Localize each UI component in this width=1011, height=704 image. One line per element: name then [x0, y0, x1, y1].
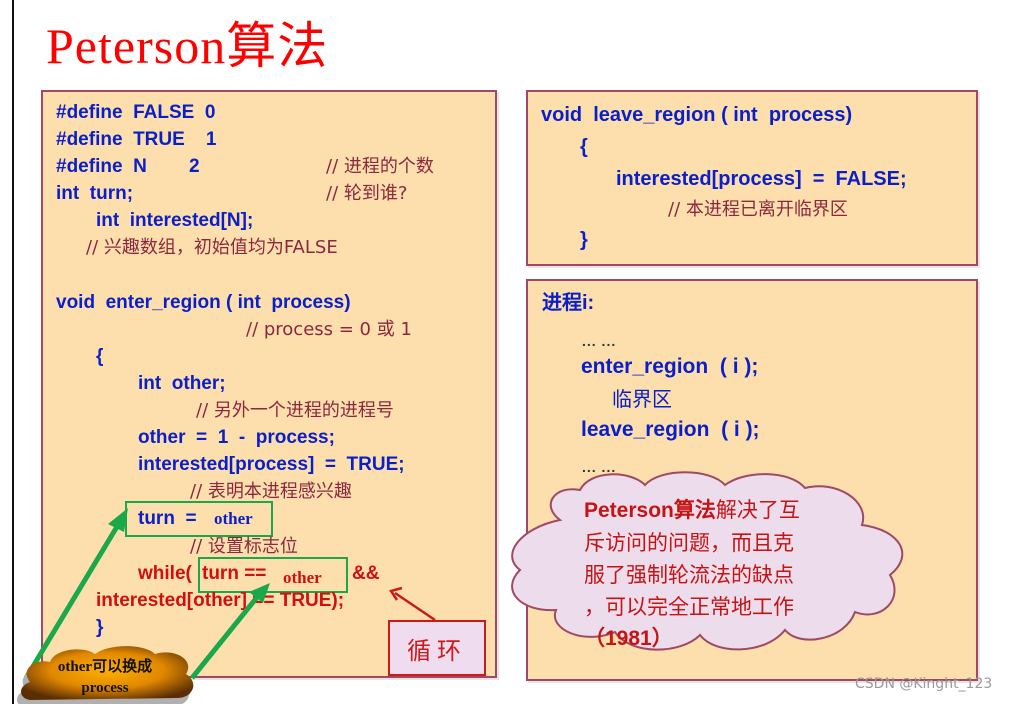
watermark: CSDN @Kinght_123: [855, 676, 993, 692]
cloud-line3: 服了强制轮流法的缺点: [584, 563, 794, 587]
green-arrow-to-while: [190, 583, 270, 680]
annotations-layer: [17, 471, 904, 704]
bubble-line1: other可以换成: [57, 659, 153, 675]
cloud-callout-text: Peterson算法解决了互 斥访问的问题，而且克 服了强制轮流法的缺点 ，可以…: [584, 494, 854, 655]
cloud-line1-bold: Peterson算法: [584, 499, 716, 522]
bubble-note-text: other可以换成 process: [30, 657, 180, 699]
loop-arrow: [388, 586, 436, 622]
cloud-line5: （1981）: [584, 627, 673, 650]
cloud-line1-rest: 解决了互: [715, 498, 800, 522]
cloud-line2: 斥访问的问题，而且克: [584, 531, 794, 555]
cloud-line4: ，可以完全正常地工作: [584, 595, 794, 619]
bubble-line2: process: [81, 680, 129, 696]
